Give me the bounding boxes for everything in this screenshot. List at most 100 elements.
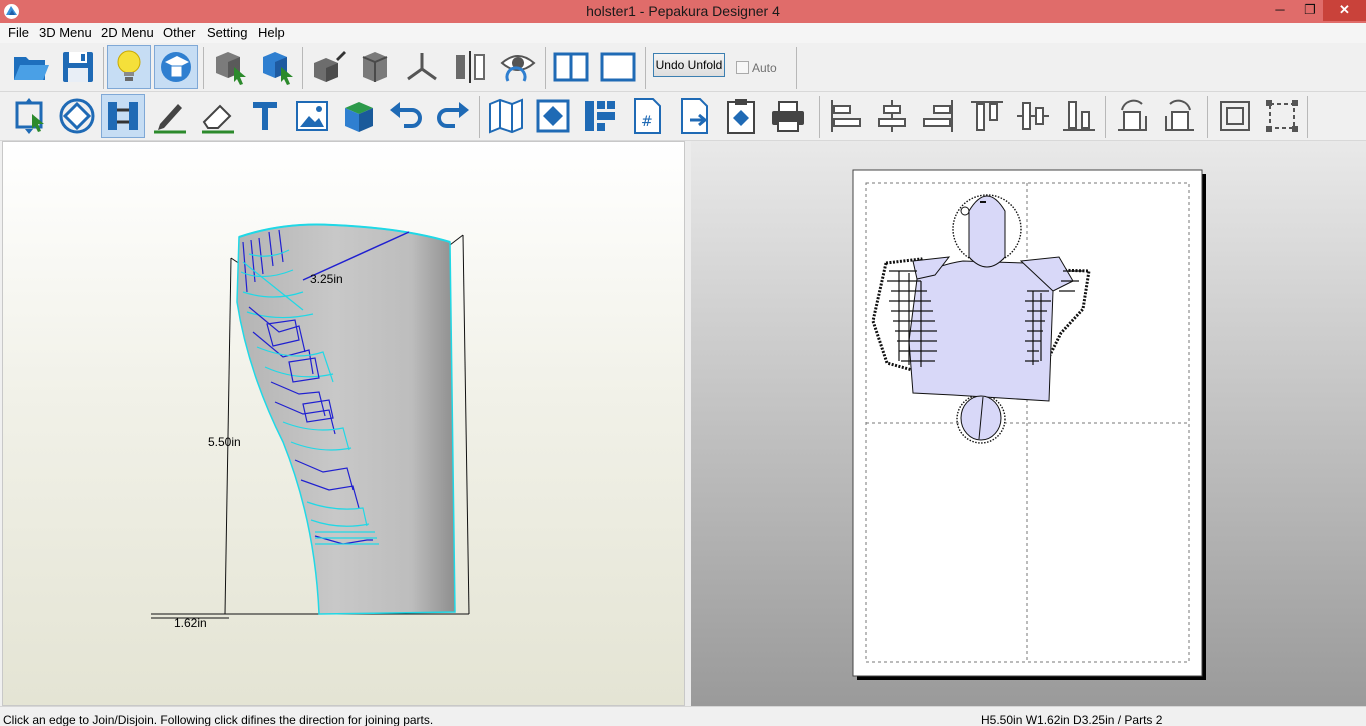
prism-icon [362, 52, 388, 82]
axis-icon [407, 53, 437, 81]
numbered-page-icon: # [634, 98, 661, 134]
ungroup-button[interactable] [1260, 94, 1304, 138]
close-button[interactable]: ✕ [1323, 0, 1366, 21]
textured-sphere-icon [161, 52, 191, 82]
add-shape-button[interactable] [306, 45, 350, 89]
rotate-left-button[interactable] [1110, 94, 1154, 138]
maximize-button[interactable]: ❐ [1297, 0, 1323, 21]
join-disjoin-button[interactable] [101, 94, 145, 138]
erase-line-button[interactable] [196, 94, 240, 138]
align-bottom-button[interactable] [1057, 94, 1101, 138]
menu-help[interactable]: Help [258, 25, 285, 40]
toolbar-separator [1307, 96, 1308, 138]
split-view-button[interactable] [549, 45, 593, 89]
3d-object-button[interactable] [337, 94, 381, 138]
flip-bars-icon [456, 51, 485, 83]
align-center-icon [878, 100, 906, 132]
align-right-button[interactable] [916, 94, 960, 138]
undo-unfold-button[interactable]: Undo Unfold [653, 53, 725, 77]
floppy-disk-icon [63, 52, 93, 82]
toolbar-separator [796, 47, 797, 89]
ungroup-frame-icon [1266, 100, 1298, 132]
align-left-button[interactable] [824, 94, 868, 138]
move-part-button[interactable] [8, 94, 52, 138]
axis-button[interactable] [400, 45, 444, 89]
single-view-button[interactable] [596, 45, 640, 89]
align-center-button[interactable] [870, 94, 914, 138]
print-button[interactable] [766, 94, 810, 138]
auto-checkbox[interactable] [736, 61, 749, 74]
eraser-icon [202, 104, 234, 134]
toolbar-separator [103, 47, 104, 89]
menu-2d[interactable]: 2D Menu [101, 25, 154, 40]
select-part-button[interactable] [255, 45, 299, 89]
cube-cursor-icon [216, 52, 246, 85]
arrange-parts-button[interactable] [531, 94, 575, 138]
edit-line-button[interactable] [148, 94, 192, 138]
unfold-button[interactable] [484, 94, 528, 138]
dimension-height: 5.50in [208, 435, 241, 449]
3d-model-canvas[interactable] [3, 142, 685, 706]
pencil-line-icon [154, 104, 186, 134]
page-export-icon [681, 98, 708, 134]
rotate-right-button[interactable] [1158, 94, 1202, 138]
status-dimensions: H5.50in W1.62in D3.25in / Parts 2 [981, 713, 1163, 726]
status-bar: Click an edge to Join/Disjoin. Following… [0, 706, 1366, 726]
menu-bar: File 3D Menu 2D Menu Other Setting Help [0, 23, 1366, 43]
image-tool-button[interactable] [290, 94, 334, 138]
menu-file[interactable]: File [8, 25, 29, 40]
minimize-button[interactable]: ─ [1263, 0, 1297, 21]
align-bottom-icon [1063, 101, 1095, 131]
undo-button[interactable] [384, 94, 428, 138]
3d-view-panel[interactable]: 3.25in 5.50in 1.62in [2, 141, 685, 706]
toolbar-separator [1207, 96, 1208, 138]
printer-icon [772, 101, 804, 132]
split-window-icon [553, 52, 589, 82]
menu-setting[interactable]: Setting [207, 25, 247, 40]
align-middle-icon [1017, 102, 1049, 130]
cube-with-pen-icon [314, 51, 346, 82]
light-bulb-icon [117, 50, 141, 81]
align-middle-button[interactable] [1011, 94, 1055, 138]
layout-grid-button[interactable] [578, 94, 622, 138]
eye-refresh-icon [500, 55, 536, 82]
rotate-diamond-icon [59, 98, 95, 134]
folded-map-icon [489, 98, 523, 134]
fit-frame-icon [536, 99, 570, 133]
flip-button[interactable] [448, 45, 492, 89]
app-window: { "window": { "title": "holster1 - Pepak… [0, 0, 1366, 726]
dimension-width: 1.62in [174, 616, 207, 630]
hexagon-prism-button[interactable] [353, 45, 397, 89]
open-button[interactable] [9, 45, 53, 89]
select-3d-button[interactable] [208, 45, 252, 89]
export-button[interactable] [672, 94, 716, 138]
2d-unfold-canvas[interactable] [691, 141, 1366, 706]
save-button[interactable] [56, 45, 100, 89]
align-top-button[interactable] [965, 94, 1009, 138]
toolbar-separator [479, 96, 480, 138]
texture-toggle-button[interactable] [154, 45, 198, 89]
group-button[interactable] [1213, 94, 1257, 138]
menu-other[interactable]: Other [163, 25, 196, 40]
rotate-view-button[interactable] [496, 45, 540, 89]
lighting-toggle-button[interactable] [107, 45, 151, 89]
svg-text:#: # [641, 114, 653, 130]
group-frame-icon [1220, 101, 1250, 131]
rotate-left-icon [1118, 99, 1147, 131]
dimension-depth: 3.25in [310, 272, 343, 286]
picture-icon [296, 101, 328, 131]
menu-3d[interactable]: 3D Menu [39, 25, 92, 40]
redo-button[interactable] [431, 94, 475, 138]
text-tool-button[interactable] [243, 94, 287, 138]
redo-arrow-icon [437, 102, 469, 128]
page-number-button[interactable]: # [625, 94, 669, 138]
align-left-icon [831, 100, 861, 132]
toolbar-separator [203, 47, 204, 89]
rotate-part-button[interactable] [55, 94, 99, 138]
2d-view-panel[interactable] [691, 141, 1366, 706]
toolbar-main: Undo Unfold Auto [0, 43, 1366, 92]
print-preview-button[interactable] [719, 94, 763, 138]
rotate-right-icon [1165, 99, 1194, 131]
toolbar-separator [819, 96, 820, 138]
join-edges-icon [108, 102, 138, 130]
